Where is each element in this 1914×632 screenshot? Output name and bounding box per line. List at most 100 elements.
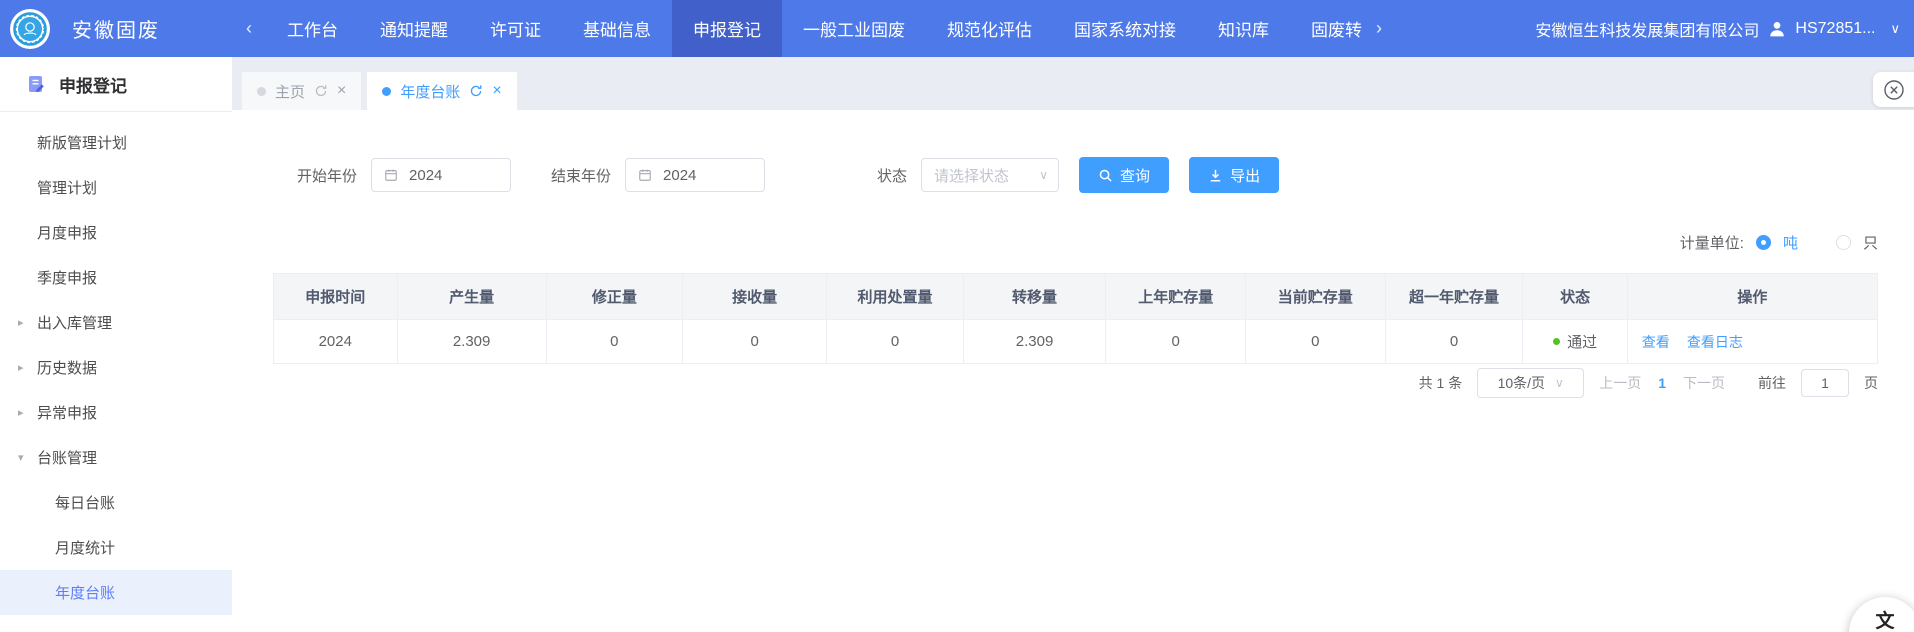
- tab-strip: 主页 × 年度台账 ×: [232, 57, 1914, 110]
- cell-over-one-year-storage: 0: [1385, 320, 1523, 364]
- total-count: 共 1 条: [1419, 373, 1463, 393]
- nav-item-waste-transfer[interactable]: 固废转: [1290, 0, 1362, 57]
- company-name: 安徽恒生科技发展集团有限公司: [1535, 17, 1759, 41]
- sidebar-item-management-plan[interactable]: 管理计划: [0, 165, 232, 210]
- tab-label: 主页: [275, 81, 305, 102]
- sidebar-item-annual-ledger[interactable]: 年度台账: [0, 570, 232, 615]
- chevron-right-icon: ▸: [18, 406, 24, 419]
- unit-option-piece[interactable]: 只: [1863, 232, 1878, 253]
- page-unit-label: 页: [1864, 373, 1878, 393]
- next-page-button[interactable]: 下一页: [1683, 373, 1725, 393]
- main-content: 开始年份 结束年份: [232, 110, 1914, 632]
- search-button[interactable]: 查询: [1079, 157, 1169, 193]
- tab-annual-ledger[interactable]: 年度台账 ×: [367, 72, 516, 110]
- sidebar-header: 申报登记: [0, 57, 232, 112]
- prev-page-button[interactable]: 上一页: [1599, 373, 1641, 393]
- sidebar-item-inout-storage[interactable]: ▸ 出入库管理: [0, 300, 232, 345]
- export-button[interactable]: 导出: [1189, 157, 1279, 193]
- nav-item-license[interactable]: 许可证: [469, 0, 562, 57]
- status-label: 状态: [877, 165, 907, 186]
- top-navbar: 安徽固废 ‹ 工作台 通知提醒 许可证 基础信息 申报登记 一般工业固废 规范化…: [0, 0, 1914, 57]
- sidebar-title: 申报登记: [59, 72, 127, 97]
- user-icon: [1768, 20, 1786, 38]
- sidebar-item-label: 出入库管理: [37, 312, 112, 333]
- current-page[interactable]: 1: [1658, 375, 1666, 391]
- sidebar-item-history-data[interactable]: ▸ 历史数据: [0, 345, 232, 390]
- sidebar-item-quarterly-declaration[interactable]: 季度申报: [0, 255, 232, 300]
- sidebar-item-new-management-plan[interactable]: 新版管理计划: [0, 120, 232, 165]
- calendar-icon: [638, 168, 652, 182]
- end-year-picker[interactable]: [625, 158, 765, 192]
- view-link[interactable]: 查看: [1642, 334, 1670, 350]
- col-declare-time: 申报时间: [274, 274, 398, 320]
- sidebar-item-monthly-statistics[interactable]: 月度统计: [0, 525, 232, 570]
- view-log-link[interactable]: 查看日志: [1687, 334, 1743, 350]
- close-all-tabs-panel[interactable]: [1873, 72, 1914, 107]
- username[interactable]: HS72851...: [1795, 20, 1875, 38]
- export-button-label: 导出: [1230, 165, 1260, 186]
- cell-received: 0: [683, 320, 827, 364]
- sidebar-item-ledger-management[interactable]: ▾ 台账管理: [0, 435, 232, 480]
- app-logo-icon: [10, 9, 50, 49]
- close-icon[interactable]: ×: [337, 83, 346, 99]
- refresh-icon[interactable]: [314, 84, 328, 98]
- nav-item-standardized-assessment[interactable]: 规范化评估: [926, 0, 1053, 57]
- cell-current-storage: 0: [1245, 320, 1385, 364]
- tab-status-dot: [382, 87, 391, 96]
- start-year-input[interactable]: [407, 166, 491, 185]
- end-year-label: 结束年份: [551, 165, 611, 186]
- cell-corrected: 0: [546, 320, 682, 364]
- nav-item-notifications[interactable]: 通知提醒: [359, 0, 469, 57]
- chevron-down-icon: ∨: [1555, 376, 1564, 390]
- status-select[interactable]: 请选择状态 ∨: [921, 158, 1059, 192]
- goto-page-input[interactable]: [1801, 369, 1849, 397]
- nav-item-basic-info[interactable]: 基础信息: [562, 0, 672, 57]
- sidebar: 申报登记 新版管理计划 管理计划 月度申报 季度申报 ▸ 出入库管理 ▸ 历史数…: [0, 57, 233, 632]
- sidebar-item-label: 历史数据: [37, 357, 97, 378]
- nav-item-knowledge-base[interactable]: 知识库: [1197, 0, 1290, 57]
- nav-item-general-industrial-waste[interactable]: 一般工业固废: [782, 0, 926, 57]
- user-dropdown-icon[interactable]: ∨: [1890, 21, 1900, 37]
- sidebar-item-abnormal-declaration[interactable]: ▸ 异常申报: [0, 390, 232, 435]
- nav-item-national-system[interactable]: 国家系统对接: [1053, 0, 1197, 57]
- sidebar-menu: 新版管理计划 管理计划 月度申报 季度申报 ▸ 出入库管理 ▸ 历史数据 ▸ 异…: [0, 112, 232, 615]
- cell-utilized-disposed: 0: [827, 320, 963, 364]
- page-size-select[interactable]: 10条/页 ∨: [1477, 368, 1584, 398]
- status-badge: 通过: [1567, 331, 1597, 352]
- nav-scroll-left-icon[interactable]: ‹: [232, 18, 266, 39]
- circle-close-icon[interactable]: [1883, 79, 1905, 101]
- translate-icon: 文: [1875, 606, 1894, 632]
- cell-generated: 2.309: [397, 320, 546, 364]
- tab-label: 年度台账: [400, 81, 460, 102]
- col-status: 状态: [1523, 274, 1627, 320]
- download-icon: [1208, 168, 1223, 183]
- end-year-input[interactable]: [661, 166, 745, 185]
- start-year-picker[interactable]: [371, 158, 511, 192]
- declaration-notepad-icon: [26, 74, 46, 94]
- sidebar-item-monthly-declaration[interactable]: 月度申报: [0, 210, 232, 255]
- sidebar-item-daily-ledger[interactable]: 每日台账: [0, 480, 232, 525]
- col-over-one-year-storage: 超一年贮存量: [1385, 274, 1523, 320]
- filter-bar: 开始年份 结束年份: [297, 157, 1279, 193]
- goto-label: 前往: [1758, 373, 1786, 393]
- radio-ton-selected[interactable]: [1756, 235, 1771, 250]
- nav-scroll-right-icon[interactable]: ›: [1362, 18, 1396, 39]
- close-icon[interactable]: ×: [492, 83, 501, 99]
- unit-option-ton[interactable]: 吨: [1783, 232, 1798, 253]
- cell-last-year-storage: 0: [1106, 320, 1246, 364]
- refresh-icon[interactable]: [469, 84, 483, 98]
- col-utilized-disposed: 利用处置量: [827, 274, 963, 320]
- col-last-year-storage: 上年贮存量: [1106, 274, 1246, 320]
- pagination: 共 1 条 10条/页 ∨ 上一页 1 下一页 前往 页: [1419, 368, 1878, 398]
- nav-item-workbench[interactable]: 工作台: [266, 0, 359, 57]
- cell-status: 通过: [1523, 320, 1627, 364]
- table-row: 2024 2.309 0 0 0 2.309 0 0 0 通过: [274, 320, 1878, 364]
- tab-home[interactable]: 主页 ×: [242, 72, 361, 110]
- radio-piece[interactable]: [1836, 235, 1851, 250]
- calendar-icon: [384, 168, 398, 182]
- unit-toggle: 计量单位: 吨 只: [1680, 232, 1878, 253]
- nav-item-declaration[interactable]: 申报登记: [672, 0, 782, 57]
- col-operation: 操作: [1627, 274, 1877, 320]
- sidebar-item-label: 台账管理: [37, 447, 97, 468]
- app-name: 安徽固废: [72, 14, 160, 43]
